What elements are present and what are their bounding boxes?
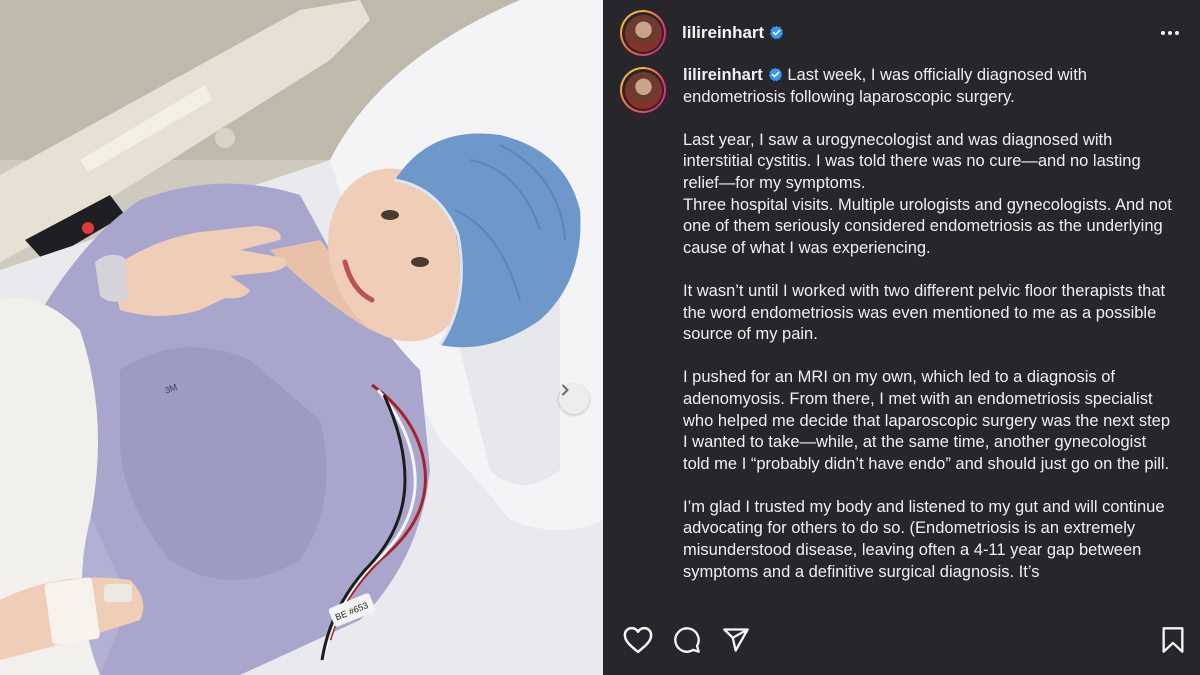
bookmark-icon[interactable] [1160, 626, 1186, 654]
chevron-right-icon [562, 384, 569, 396]
caption-paragraph: Last year, I saw a urogynecologist and w… [683, 130, 1172, 257]
more-options-icon[interactable] [1160, 24, 1180, 42]
comment-icon[interactable] [672, 626, 702, 654]
heart-icon[interactable] [623, 626, 653, 654]
avatar [624, 14, 662, 52]
caption-paragraph: I’m glad I trusted my body and listened … [683, 497, 1165, 581]
action-bar [603, 610, 1200, 675]
hospital-bed-photo: 3M BE #653 [0, 0, 603, 675]
verified-badge-icon [768, 67, 782, 82]
caption-paragraph: It wasn’t until I worked with two differ… [683, 281, 1166, 344]
caption-paragraph: I pushed for an MRI on my own, which led… [683, 368, 1171, 473]
header-username[interactable]: lilireinhart [682, 23, 784, 43]
next-photo-button[interactable] [559, 384, 589, 414]
story-ring[interactable] [620, 10, 666, 56]
caption-username[interactable]: lilireinhart [683, 66, 783, 84]
caption-text: lilireinhart Last week, I was officially… [683, 65, 1173, 610]
username-text[interactable]: lilireinhart [682, 23, 764, 42]
instagram-post: 3M BE #653 lilireinhart lilireinhart Las… [0, 0, 1200, 675]
verified-badge-icon [770, 25, 784, 40]
post-details-panel: lilireinhart lilireinhart Last week, I w… [603, 0, 1200, 675]
send-icon[interactable] [721, 626, 751, 654]
caption-avatar[interactable] [620, 67, 666, 113]
caption-section: lilireinhart Last week, I was officially… [620, 65, 1185, 610]
post-header: lilireinhart [603, 0, 1200, 66]
post-photo[interactable]: 3M BE #653 [0, 0, 603, 675]
